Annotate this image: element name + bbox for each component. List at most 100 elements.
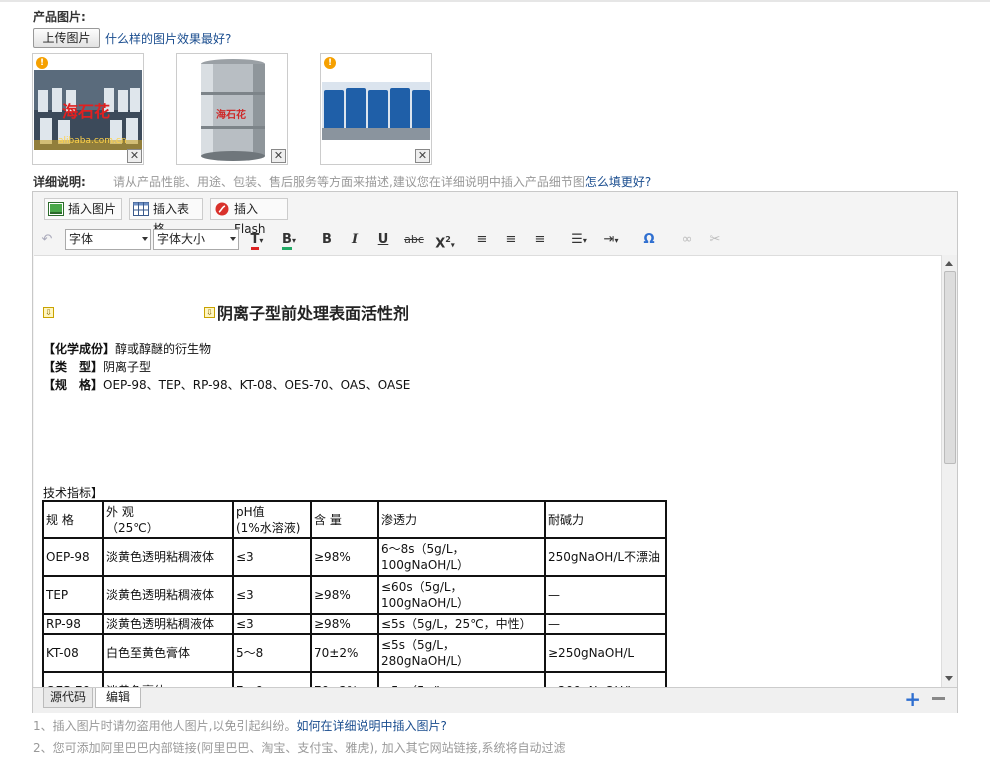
collapse-minus-icon[interactable] (932, 697, 945, 700)
unlink-icon[interactable]: ✂ (706, 231, 724, 249)
tab-source-code[interactable]: 源代码 (43, 688, 93, 708)
scroll-down-icon[interactable] (945, 676, 953, 681)
table-cell: ≥98% (310, 613, 379, 635)
special-char-icon[interactable]: Ω (640, 231, 658, 249)
table-cell: 淡黄色膏体 (102, 671, 234, 687)
align-right-icon[interactable]: ≡ (531, 231, 549, 249)
document-title: 阴离子型前处理表面活性剂 (217, 304, 410, 323)
table-header-cell: 规 格 (42, 500, 104, 539)
font-family-select[interactable]: 字体 (65, 229, 151, 250)
table-row: TEP 淡黄色透明粘稠液体 ≤3 ≥98% ≤60s（5g/L， 100gNaO… (42, 575, 667, 615)
photo-watermark: alibaba.com.cn (58, 136, 127, 146)
indent-icon[interactable]: ⇥▾ (597, 231, 625, 249)
note-text: 1、插入图片时请勿盗用他人图片,以免引起纠纷。 (33, 719, 297, 733)
list-icon[interactable]: ☰▾ (565, 231, 593, 249)
spec-table: 规 格 外 观 （25℃） pH值 (1%水溶液) 含 量 渗透力 耐碱力 OE… (42, 500, 667, 687)
editor-scrollbar[interactable] (941, 255, 957, 687)
warning-icon: ! (36, 57, 48, 69)
scroll-thumb[interactable] (944, 271, 956, 464)
table-cell: ≥250gNaOH/L (544, 633, 667, 673)
table-cell: 6～8s（5g/L， 100gNaOH/L） (377, 537, 546, 577)
link-icon[interactable]: ∞ (678, 231, 696, 249)
remove-image-icon[interactable]: ✕ (415, 149, 430, 163)
table-cell: 5～8 (232, 633, 312, 673)
italic-icon[interactable]: I (346, 231, 364, 249)
insert-toolbar: 插入图片 插入表格 插入Flash (33, 192, 957, 236)
image-icon (48, 202, 64, 216)
table-header-cell: 耐碱力 (544, 500, 667, 539)
upload-image-button[interactable]: 上传图片 (33, 28, 100, 48)
table-icon (133, 202, 149, 216)
insert-image-label: 插入图片 (68, 202, 117, 216)
detail-help-link[interactable]: 怎么填更好? (585, 175, 651, 189)
tab-edit[interactable]: 编辑 (95, 688, 141, 708)
underline-icon[interactable]: U (374, 231, 392, 249)
table-header-cell: 含 量 (310, 500, 379, 539)
line-value: 阴离子型 (103, 360, 152, 374)
product-photo-1: 海石花 alibaba.com.cn (34, 70, 142, 150)
align-center-icon[interactable]: ≡ (502, 231, 520, 249)
table-cell: — (544, 575, 667, 615)
line-value: OEP-98、TEP、RP-98、KT-08、OES-70、OAS、OASE (103, 378, 411, 392)
highlight-color-icon[interactable]: B▾ (275, 231, 303, 250)
table-cell: ≤5s（5g/L， (377, 671, 546, 687)
table-header-cell: pH值 (1%水溶液) (232, 500, 312, 539)
product-thumb-2[interactable]: ! 海石花 ✕ (176, 53, 288, 165)
table-cell: 70±2% (310, 633, 379, 673)
remove-image-icon[interactable]: ✕ (271, 149, 286, 163)
table-header-row: 规 格 外 观 （25℃） pH值 (1%水溶液) 含 量 渗透力 耐碱力 (42, 500, 667, 539)
product-photo-3 (322, 82, 430, 140)
editor-content[interactable]: ⇩ ⇩ 阴离子型前处理表面活性剂 【化学成份】醇或醇醚的衍生物 【类 型】阴离子… (34, 255, 941, 687)
bold-icon[interactable]: B (318, 231, 336, 249)
align-left-icon[interactable]: ≡ (473, 231, 491, 249)
top-divider (0, 0, 990, 2)
insert-image-help-link[interactable]: 如何在详细说明中插入图片? (296, 719, 446, 733)
line-value: 醇或醇醚的衍生物 (115, 342, 212, 356)
note-1: 1、插入图片时请勿盗用他人图片,以免引起纠纷。如何在详细说明中插入图片? (33, 717, 447, 734)
table-header-cell: 外 观 （25℃） (102, 500, 234, 539)
warning-icon: ! (324, 57, 336, 69)
table-cell: OEP-98 (42, 537, 104, 577)
anchor-icon: ⇩ (204, 307, 215, 318)
table-row: KT-08 白色至黄色膏体 5～8 70±2% ≤5s（5g/L， 280gNa… (42, 633, 667, 673)
table-row: OES-70 淡黄色膏体 7～9 70±2% ≤5s（5g/L， ≥200gNa… (42, 671, 667, 687)
anchor-icon: ⇩ (43, 307, 54, 318)
insert-table-button[interactable]: 插入表格 (129, 198, 203, 236)
table-cell: — (544, 613, 667, 635)
superscript-icon[interactable]: X2▾ (430, 231, 460, 251)
table-cell: ≤3 (232, 575, 312, 615)
scroll-up-icon[interactable] (945, 261, 953, 266)
line-key: 【类 型】 (43, 360, 104, 374)
table-cell: 白色至黄色膏体 (102, 633, 234, 673)
chevron-down-icon (142, 237, 148, 241)
font-color-icon[interactable]: T▾ (243, 231, 271, 250)
doc-line-type: 【类 型】阴离子型 (43, 358, 151, 375)
remove-image-icon[interactable]: ✕ (127, 149, 142, 163)
doc-line-composition: 【化学成份】醇或醇醚的衍生物 (43, 340, 211, 357)
font-family-value: 字体 (69, 232, 94, 246)
image-help-link[interactable]: 什么样的图片效果最好? (105, 30, 231, 47)
flash-icon (215, 202, 229, 216)
font-size-value: 字体大小 (157, 232, 206, 246)
table-cell: 淡黄色透明粘稠液体 (102, 613, 234, 635)
table-cell: ≥98% (310, 575, 379, 615)
insert-flash-button[interactable]: 插入Flash (210, 198, 288, 236)
table-cell: ≤3 (232, 613, 312, 635)
product-thumb-3[interactable]: ! ✕ (320, 53, 432, 165)
line-key: 【化学成份】 (43, 342, 116, 356)
expand-plus-icon[interactable]: + (904, 689, 921, 709)
product-images-label: 产品图片: (33, 10, 86, 24)
table-cell: ≤5s（5g/L，25℃，中性） (377, 613, 546, 635)
undo-icon[interactable]: ↶ (39, 231, 55, 249)
product-thumb-1[interactable]: ! 海石花 alibaba.com.cn ✕ (32, 53, 144, 165)
detail-tip-text: 请从产品性能、用途、包装、售后服务等方面来描述,建议您在详细说明中插入产品细节图 (113, 175, 585, 189)
insert-image-button[interactable]: 插入图片 (44, 198, 122, 220)
table-cell: TEP (42, 575, 104, 615)
detail-tip: 请从产品性能、用途、包装、售后服务等方面来描述,建议您在详细说明中插入产品细节图… (113, 173, 651, 190)
table-cell: ≥200gNaOH/L (544, 671, 667, 687)
font-size-select[interactable]: 字体大小 (153, 229, 239, 250)
strikethrough-icon[interactable]: abc (402, 231, 426, 249)
product-photo-2: 海石花 (178, 56, 286, 162)
note-2: 2、您可添加阿里巴巴内部链接(阿里巴巴、淘宝、支付宝、雅虎), 加入其它网站链接… (33, 741, 566, 755)
table-row: OEP-98 淡黄色透明粘稠液体 ≤3 ≥98% 6～8s（5g/L， 100g… (42, 537, 667, 577)
